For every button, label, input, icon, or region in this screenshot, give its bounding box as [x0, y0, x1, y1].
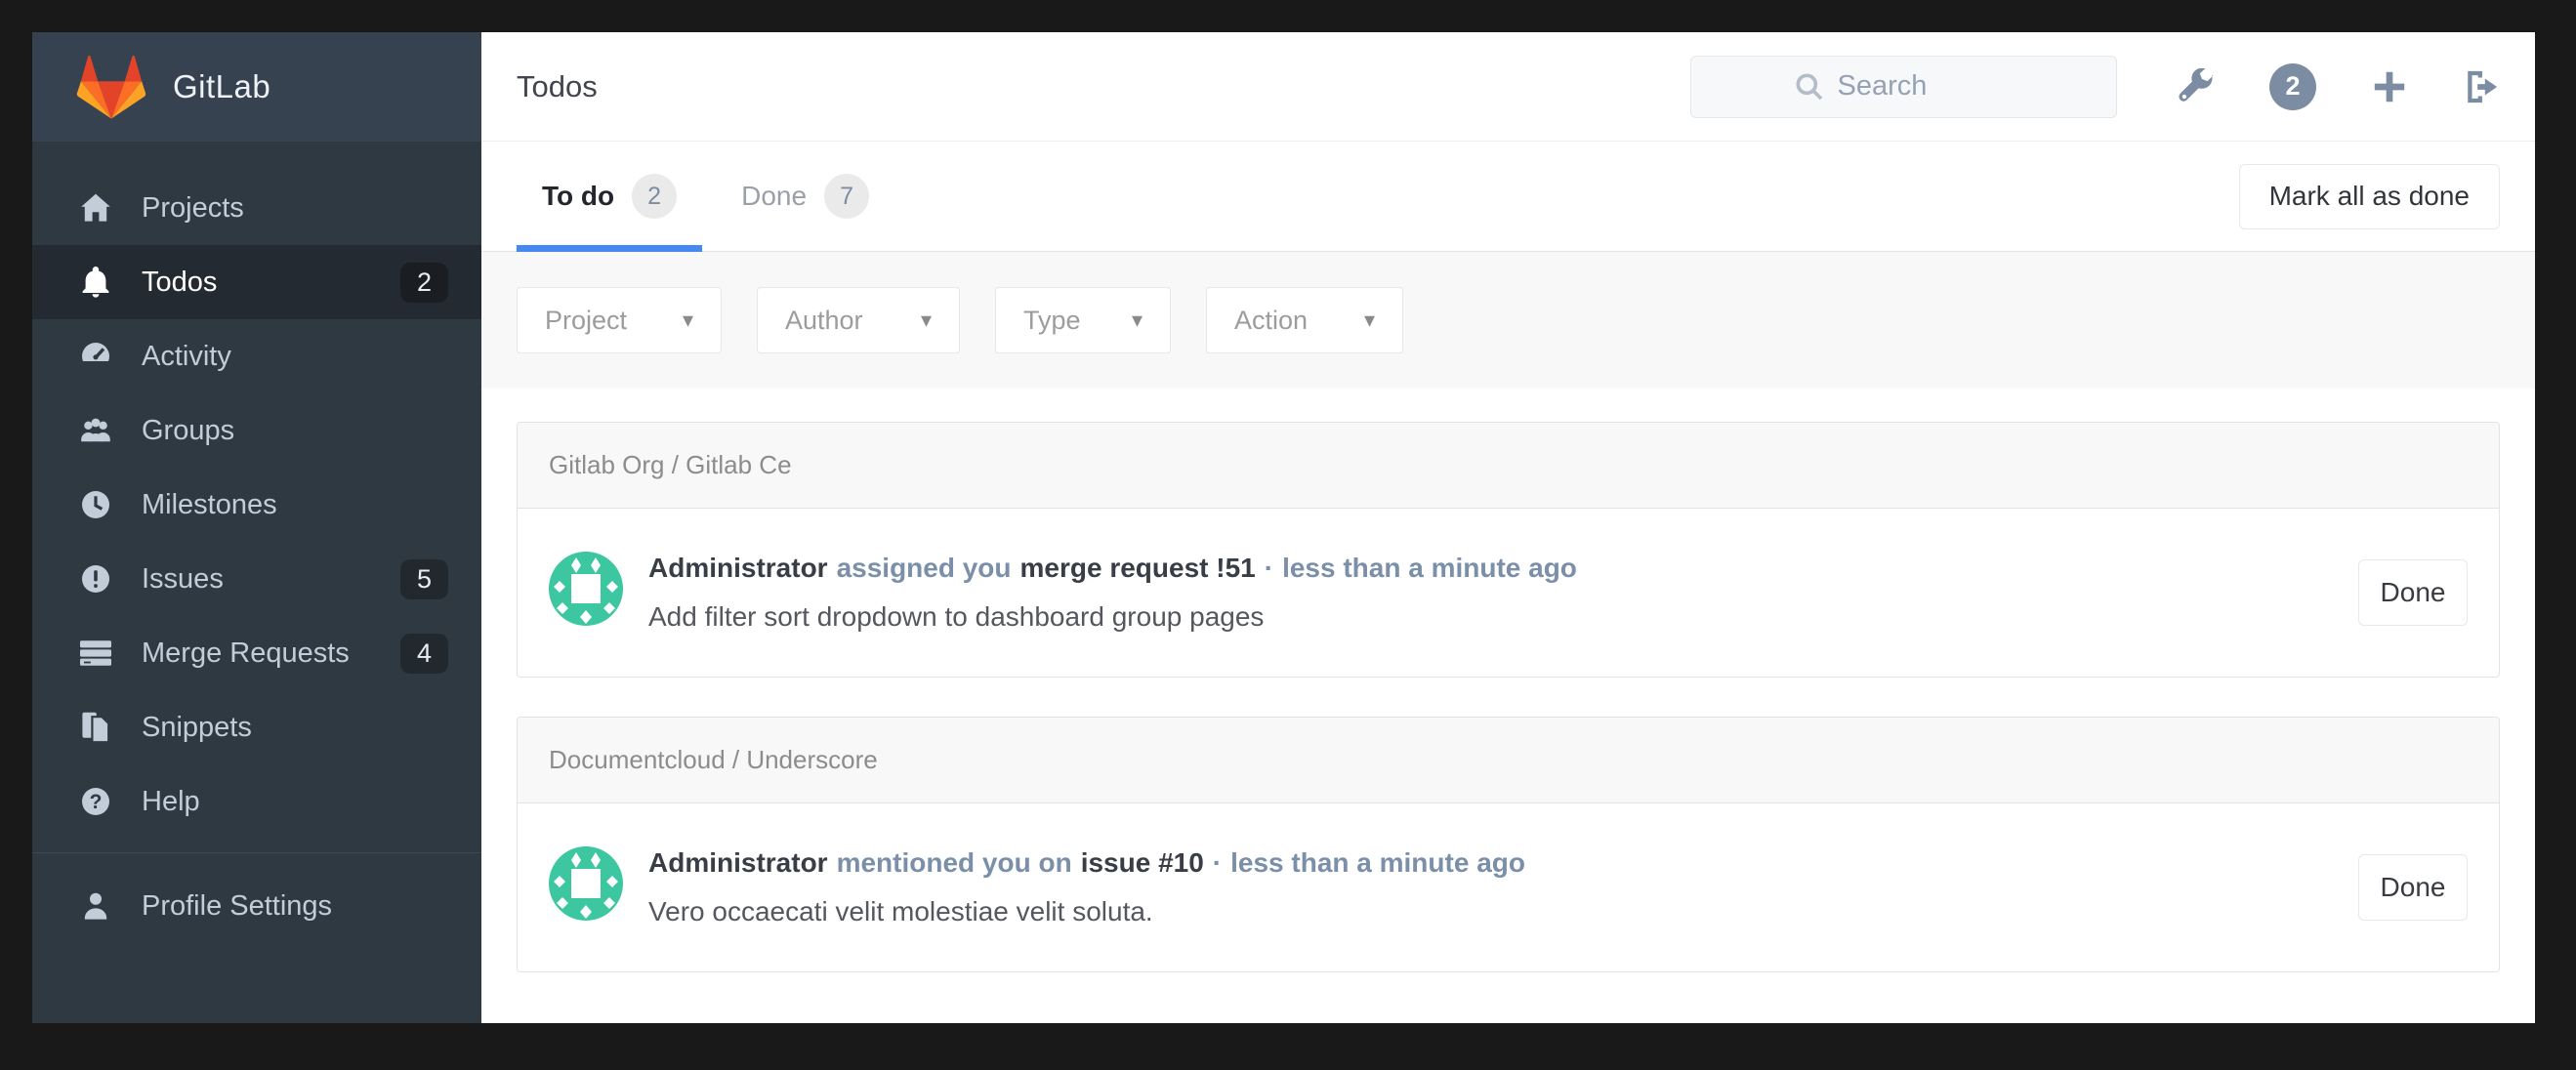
- chevron-down-icon: ▾: [1363, 308, 1375, 332]
- project-group-title: Gitlab Org / Gitlab Ce: [518, 423, 2499, 509]
- sidebar-item-profile-settings[interactable]: Profile Settings: [32, 869, 481, 943]
- sidebar-item-issues[interactable]: Issues 5: [32, 542, 481, 616]
- chevron-down-icon: ▾: [682, 308, 693, 332]
- groups-icon: [79, 414, 112, 447]
- count-badge: 5: [399, 558, 448, 599]
- sidebar-item-merge-requests[interactable]: Merge Requests 4: [32, 616, 481, 690]
- done-button[interactable]: Done: [2358, 559, 2468, 626]
- count-badge: 2: [399, 262, 448, 303]
- action-filter-dropdown[interactable]: Action ▾: [1206, 287, 1403, 353]
- sign-out-icon[interactable]: [2463, 68, 2500, 105]
- user-icon: [79, 889, 112, 923]
- author-link[interactable]: Administrator: [648, 553, 828, 583]
- sidebar-item-activity[interactable]: Activity: [32, 319, 481, 393]
- avatar: [549, 846, 623, 921]
- home-icon: [79, 191, 112, 225]
- todo-body: Add filter sort dropdown to dashboard gr…: [648, 601, 1265, 632]
- todo-body: Vero occaecati velit molestiae velit sol…: [648, 896, 1153, 926]
- search-box[interactable]: [1690, 55, 2117, 118]
- logo-wordmark: GitLab: [173, 68, 271, 104]
- avatar: [549, 552, 623, 626]
- todos-list: Gitlab Org / Gitlab Ce Administrator ass…: [481, 389, 2535, 1023]
- project-group-title: Documentcloud / Underscore: [518, 718, 2499, 803]
- sidebar-item-projects[interactable]: Projects: [32, 171, 481, 245]
- page-title: Todos: [517, 68, 598, 103]
- sidebar-divider: [32, 852, 481, 853]
- sidebar-item-snippets[interactable]: Snippets: [32, 690, 481, 764]
- gitlab-tanuki-icon: [76, 55, 146, 119]
- header-actions: 2: [2178, 62, 2500, 110]
- author-link[interactable]: Administrator: [648, 847, 828, 878]
- done-button[interactable]: Done: [2358, 854, 2468, 921]
- snippets-icon: [79, 711, 112, 744]
- chevron-down-icon: ▾: [920, 308, 932, 332]
- todos-count-bubble[interactable]: 2: [2269, 62, 2316, 110]
- sidebar-item-groups[interactable]: Groups: [32, 393, 481, 468]
- target-link[interactable]: merge request !51: [1020, 553, 1256, 583]
- type-filter-dropdown[interactable]: Type ▾: [995, 287, 1171, 353]
- main-area: Todos 2: [481, 32, 2535, 1023]
- timestamp: less than a minute ago: [1230, 847, 1525, 878]
- count-badge: 4: [399, 633, 448, 674]
- sidebar-nav: Projects Todos 2 Activity Groups Milesto…: [32, 142, 481, 1023]
- svg-text:?: ?: [90, 791, 103, 813]
- author-filter-dropdown[interactable]: Author ▾: [757, 287, 960, 353]
- chevron-down-icon: ▾: [1131, 308, 1143, 332]
- target-link[interactable]: issue #10: [1081, 847, 1204, 878]
- issue-icon: [79, 562, 112, 596]
- search-input[interactable]: [1837, 70, 2014, 103]
- tab-todo[interactable]: To do 2: [517, 142, 703, 252]
- search-icon: [1796, 73, 1822, 100]
- filter-bar: Project ▾ Author ▾ Type ▾ Action ▾: [481, 252, 2535, 389]
- new-project-plus-icon[interactable]: [2371, 68, 2408, 105]
- project-filter-dropdown[interactable]: Project ▾: [517, 287, 722, 353]
- admin-wrench-icon[interactable]: [2178, 67, 2215, 105]
- sidebar-item-milestones[interactable]: Milestones: [32, 468, 481, 542]
- help-icon: ?: [79, 785, 112, 818]
- merge-requests-icon: [79, 637, 112, 670]
- bell-icon: [79, 266, 112, 299]
- todo-row: Administrator mentioned you on issue #10 · l…: [518, 803, 2499, 971]
- sidebar: GitLab Projects Todos 2 Activity Groups …: [32, 32, 481, 1023]
- clock-icon: [79, 488, 112, 521]
- timestamp: less than a minute ago: [1282, 553, 1577, 583]
- activity-gauge-icon: [79, 340, 112, 373]
- main-header: Todos 2: [481, 32, 2535, 142]
- tab-done-count: 7: [824, 174, 870, 219]
- todo-group-panel: Gitlab Org / Gitlab Ce Administrator ass…: [517, 422, 2500, 678]
- mark-all-as-done-button[interactable]: Mark all as done: [2238, 163, 2500, 229]
- todo-title-line: Administrator mentioned you on issue #10 · l…: [648, 847, 1525, 878]
- tab-todo-count: 2: [632, 174, 678, 219]
- tab-done[interactable]: Done 7: [716, 142, 894, 251]
- sidebar-logo[interactable]: GitLab: [32, 32, 481, 142]
- tab-bar: To do 2 Done 7 Mark all as done: [481, 142, 2535, 252]
- sidebar-item-todos[interactable]: Todos 2: [32, 245, 481, 319]
- todo-row: Administrator assigned you merge request !…: [518, 509, 2499, 677]
- todo-title-line: Administrator assigned you merge request !…: [648, 553, 1577, 583]
- todo-group-panel: Documentcloud / Underscore Administrator…: [517, 717, 2500, 972]
- app-window: GitLab Projects Todos 2 Activity Groups …: [32, 32, 2535, 1023]
- sidebar-item-help[interactable]: ? Help: [32, 764, 481, 839]
